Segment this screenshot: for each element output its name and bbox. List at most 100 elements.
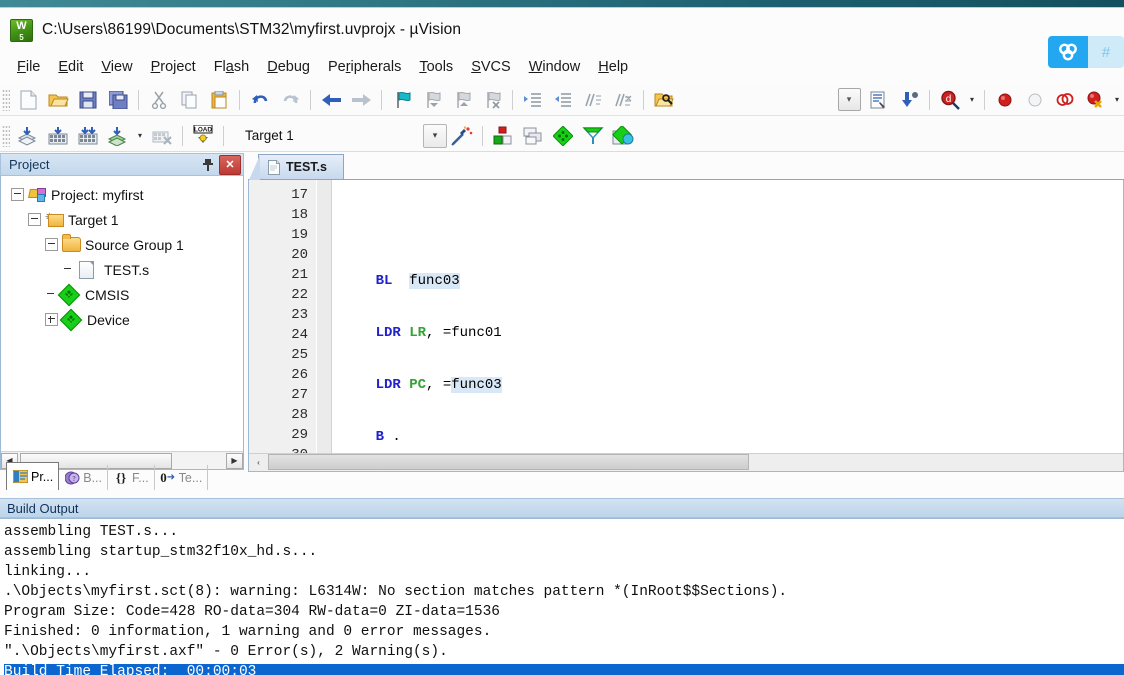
code-editor[interactable]: 17 18 19 20 21 22 23 24 25 26 27 28 29 3…	[248, 180, 1124, 472]
download-load-icon[interactable]: LOAD	[188, 122, 218, 150]
menu-svcs[interactable]: SVCS	[462, 56, 520, 78]
menu-project[interactable]: Project	[142, 56, 205, 78]
collapse-toggle-icon[interactable]	[11, 188, 24, 201]
tab-functions[interactable]: {} F...	[108, 465, 155, 490]
indent-icon[interactable]	[518, 86, 548, 114]
breakpoint-kill-all-icon[interactable]	[1080, 86, 1110, 114]
copy-icon[interactable]	[174, 86, 204, 114]
undo-icon[interactable]	[245, 86, 275, 114]
configure-icon[interactable]	[864, 86, 894, 114]
navigate-forward-icon[interactable]	[346, 86, 376, 114]
code-line[interactable]	[342, 219, 1123, 239]
menu-tools[interactable]: Tools	[410, 56, 462, 78]
menu-bar: File Edit View Project Flash Debug Perip…	[0, 53, 1124, 80]
bookmark-prev-icon[interactable]	[417, 86, 447, 114]
build-toolbar: ▾ LOAD Target 1 ▾	[0, 120, 1124, 152]
toolbar-grip[interactable]	[2, 124, 10, 147]
tree-item-test-s[interactable]: TEST.s	[1, 257, 243, 282]
stop-build-icon[interactable]	[147, 122, 177, 150]
new-file-icon[interactable]	[13, 86, 43, 114]
toolbar-separator	[138, 89, 139, 110]
find-dropdown-caret[interactable]: ▾	[965, 87, 979, 113]
cut-icon[interactable]	[144, 86, 174, 114]
collapse-toggle-icon[interactable]	[28, 213, 41, 226]
bookmark-toggle-icon[interactable]	[387, 86, 417, 114]
multi-project-icon[interactable]	[518, 122, 548, 150]
editor-tab-test-s[interactable]: TEST.s	[249, 154, 344, 180]
line-number: 21	[291, 267, 308, 283]
toolbar-grip[interactable]	[2, 88, 10, 111]
build-output-line: Finished: 0 information, 1 warning and 0…	[4, 624, 492, 640]
breakpoint-disable-all-icon[interactable]	[1050, 86, 1080, 114]
tab-templates[interactable]: 0 ➜ Te...	[155, 465, 209, 490]
uncomment-icon[interactable]	[608, 86, 638, 114]
build-output-body[interactable]: assembling TEST.s... assembling startup_…	[0, 518, 1124, 675]
editor-tabstrip: TEST.s	[248, 153, 1124, 180]
close-icon[interactable]: ✕	[219, 154, 241, 175]
menu-help[interactable]: Help	[589, 56, 637, 78]
find-magnifier-icon[interactable]: d	[935, 86, 965, 114]
batch-build-icon[interactable]	[103, 122, 133, 150]
redo-icon[interactable]	[275, 86, 305, 114]
scroll-thumb[interactable]	[268, 454, 749, 470]
editor-tab-label: TEST.s	[286, 160, 327, 174]
tree-item-project[interactable]: Project: myfirst	[1, 182, 243, 207]
dropdown-box-icon[interactable]: ▾	[834, 86, 864, 114]
project-panel: Project ✕ Project: myfirst ✳	[0, 153, 244, 493]
line-number: 29	[291, 427, 308, 443]
batch-build-caret[interactable]: ▾	[133, 123, 147, 149]
breakpoint-insert-icon[interactable]	[990, 86, 1020, 114]
expand-toggle-icon[interactable]	[45, 313, 58, 326]
open-file-icon[interactable]	[43, 86, 73, 114]
green-diamond-icon	[59, 308, 83, 331]
bookmark-next-icon[interactable]	[447, 86, 477, 114]
bookmark-strip[interactable]	[317, 180, 332, 455]
breakpoint-enable-icon[interactable]	[1020, 86, 1050, 114]
manage-components-icon[interactable]	[488, 122, 518, 150]
open-folder-find-icon[interactable]	[649, 86, 679, 114]
target-options-wand-icon[interactable]	[447, 122, 477, 150]
pushpin-icon[interactable]	[199, 156, 217, 174]
chevron-left-icon[interactable]: ‹	[249, 455, 268, 471]
build-icon[interactable]	[43, 122, 73, 150]
project-tree: Project: myfirst ✳ Target 1 Source Group…	[0, 175, 244, 470]
code-line[interactable]: B .	[342, 427, 1123, 447]
tab-project[interactable]: Pr...	[6, 462, 60, 490]
tab-label: Pr...	[31, 469, 54, 484]
toolbar-separator	[223, 125, 224, 146]
breakpoint-dropdown-caret[interactable]: ▾	[1110, 87, 1124, 113]
translate-icon[interactable]	[13, 122, 43, 150]
rebuild-icon[interactable]	[73, 122, 103, 150]
code-text[interactable]: BL func03 LDR LR, =func01 LDR PC, =func0…	[332, 180, 1123, 455]
menu-debug[interactable]: Debug	[258, 56, 319, 78]
tree-item-cmsis[interactable]: CMSIS	[1, 282, 243, 307]
bookmark-clear-icon[interactable]	[477, 86, 507, 114]
menu-edit[interactable]: Edit	[49, 56, 92, 78]
download-binoculars-icon[interactable]	[894, 86, 924, 114]
code-line[interactable]: LDR LR, =func01	[342, 323, 1123, 343]
menu-peripherals[interactable]: Peripherals	[319, 56, 410, 78]
chevron-down-icon[interactable]: ▾	[423, 123, 447, 148]
navigate-back-icon[interactable]	[316, 86, 346, 114]
collapse-toggle-icon[interactable]	[45, 238, 58, 251]
outdent-icon[interactable]	[548, 86, 578, 114]
paste-icon[interactable]	[204, 86, 234, 114]
tree-item-source-group[interactable]: Source Group 1	[1, 232, 243, 257]
tree-item-target[interactable]: ✳ Target 1	[1, 207, 243, 232]
editor-hscrollbar[interactable]: ‹	[249, 453, 1123, 471]
select-software-packs-icon[interactable]	[608, 122, 638, 150]
save-all-icon[interactable]	[103, 86, 133, 114]
manage-run-env-icon[interactable]	[578, 122, 608, 150]
code-line[interactable]: LDR PC, =func03	[342, 375, 1123, 395]
save-icon[interactable]	[73, 86, 103, 114]
menu-window[interactable]: Window	[520, 56, 590, 78]
target-selector[interactable]: Target 1	[239, 125, 419, 147]
code-line[interactable]: BL func03	[342, 271, 1123, 291]
tree-item-device[interactable]: Device	[1, 307, 243, 332]
menu-view[interactable]: View	[92, 56, 141, 78]
menu-file[interactable]: File	[8, 56, 49, 78]
tab-books[interactable]: ? B...	[59, 465, 108, 490]
pack-installer-icon[interactable]	[548, 122, 578, 150]
menu-flash[interactable]: Flash	[205, 56, 259, 78]
comment-icon[interactable]	[578, 86, 608, 114]
